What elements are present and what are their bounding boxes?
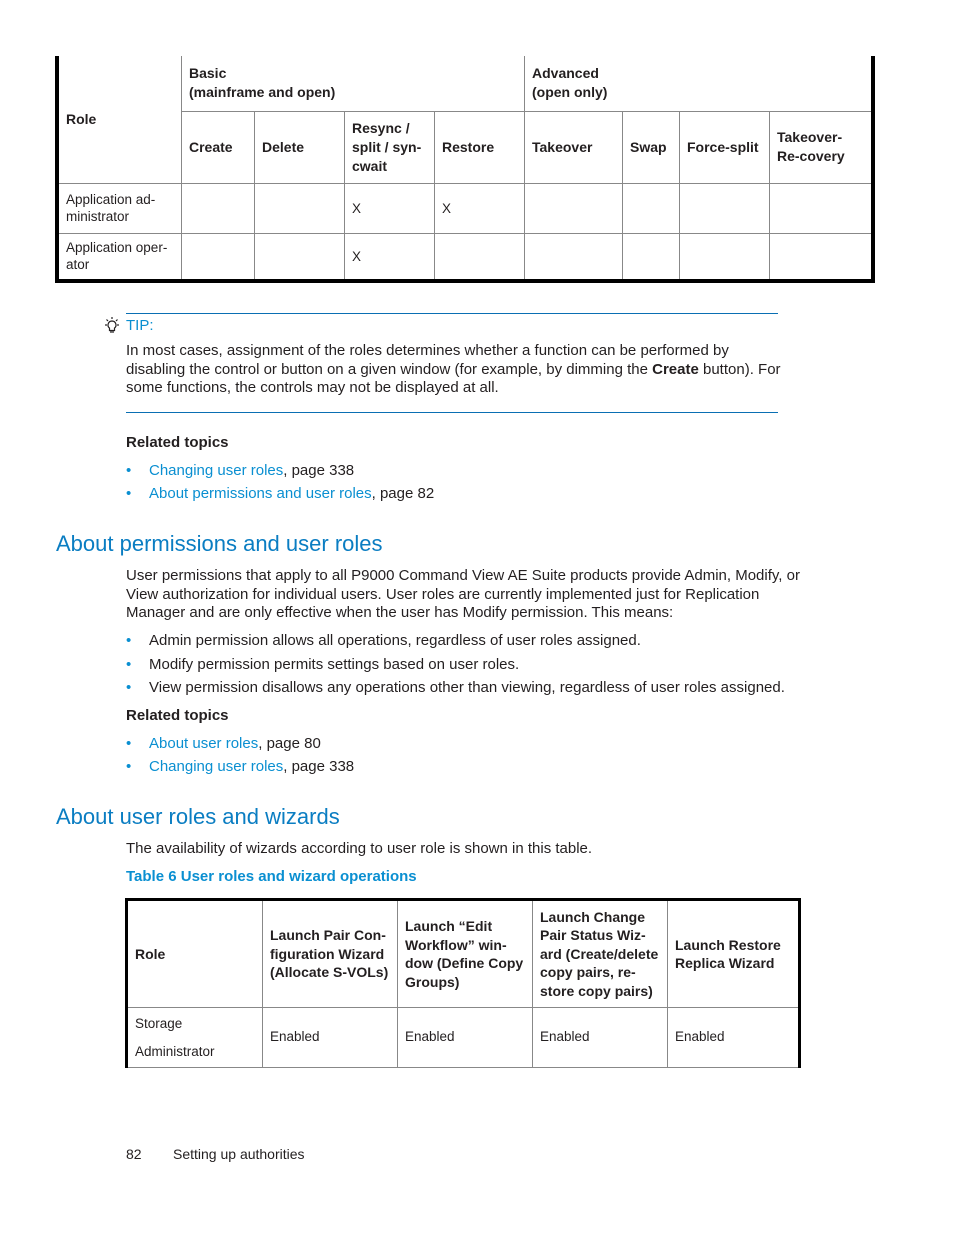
cell [181,232,255,282]
bullet-icon: • [126,656,132,673]
bullet-icon: • [126,485,132,502]
row-role: Storage Administrator [126,1007,263,1068]
bullet-icon: • [126,632,132,649]
permissions-paragraph: User permissions that apply to all P9000… [126,567,800,621]
link-about-permissions[interactable]: About permissions and user roles [149,485,372,502]
header-change-pair-status: Launch Change Pair Status Wiz-ard (Creat… [532,899,668,1008]
cell [181,182,255,234]
cell [769,182,874,234]
cell [622,182,680,234]
cell [679,232,770,282]
page-number: 82 [126,1146,142,1162]
list-item: • About user roles, page 80 [126,735,321,752]
cell: Enabled [262,1007,398,1068]
link-changing-user-roles[interactable]: Changing user roles [149,758,283,775]
header-delete: Delete [254,110,345,184]
table-caption: Table 6 User roles and wizard operations [126,868,417,885]
cell [254,182,345,234]
cell [434,232,525,282]
tip-text: In most cases, assignment of the roles d… [126,342,781,396]
row-role: Application ad-ministrator [56,182,182,234]
link-about-user-roles[interactable]: About user roles [149,735,258,752]
related-topics-heading: Related topics [126,707,229,724]
link-changing-user-roles[interactable]: Changing user roles [149,462,283,479]
table-row: Storage Administrator Enabled Enabled En… [126,1007,800,1068]
cell [769,232,874,282]
header-resync: Resync / split / syn-cwait [344,110,435,184]
lightbulb-icon [102,316,122,341]
cell [524,182,623,234]
bullet-icon: • [126,679,132,696]
list-item: • Admin permission allows all operations,… [126,632,641,649]
header-role: Role [56,56,182,184]
header-create: Create [181,110,255,184]
table-row: Application oper-ator X [56,232,874,282]
section-title-permissions: About permissions and user roles [56,531,383,556]
tip-bottom-rule [126,412,778,413]
list-item: • View permission disallows any operation… [126,679,785,696]
cell: X [344,232,435,282]
tip-top-rule [126,313,778,314]
bullet-icon: • [126,758,132,775]
row-role: Application oper-ator [56,232,182,282]
header-pair-config-wizard: Launch Pair Con-figuration Wizard (Alloc… [262,899,398,1008]
cell [679,182,770,234]
header-takeover-recovery: Takeover-Re-covery [769,110,874,184]
list-item: • About permissions and user roles, page … [126,485,435,502]
list-item: • Changing user roles, page 338 [126,758,355,775]
table-row: Application ad-ministrator X X [56,182,874,234]
section-title-wizards: About user roles and wizards [56,804,340,829]
header-group-basic: Basic (mainframe and open) [181,56,525,112]
tip-label: TIP: [126,317,154,334]
cell [524,232,623,282]
cell: X [344,182,435,234]
header-swap: Swap [622,110,680,184]
cell: X [434,182,525,234]
header-restore: Restore [434,110,525,184]
wizard-operations-table: Role Launch Pair Con-figuration Wizard (… [125,898,801,1068]
create-emphasis: Create [652,360,699,378]
footer-section: Setting up authorities [173,1146,305,1162]
header-restore-replica: Launch Restore Replica Wizard [667,899,800,1008]
cell: Enabled [397,1007,533,1068]
header-takeover: Takeover [524,110,623,184]
list-item: • Changing user roles, page 338 [126,462,355,479]
bullet-icon: • [126,462,132,479]
header-force-split: Force-split [679,110,770,184]
roles-functions-table: Role Basic (mainframe and open) Advanced… [55,56,875,283]
related-topics-heading: Related topics [126,434,229,451]
bullet-icon: • [126,735,132,752]
cell: Enabled [667,1007,800,1068]
cell [622,232,680,282]
header-group-advanced: Advanced (open only) [524,56,874,112]
wizards-paragraph: The availability of wizards according to… [126,840,593,857]
header-role: Role [126,899,263,1008]
cell: Enabled [532,1007,668,1068]
cell [254,232,345,282]
header-edit-workflow: Launch “Edit Workflow” win-dow (Define C… [397,899,533,1008]
list-item: • Modify permission permits settings base… [126,656,520,673]
